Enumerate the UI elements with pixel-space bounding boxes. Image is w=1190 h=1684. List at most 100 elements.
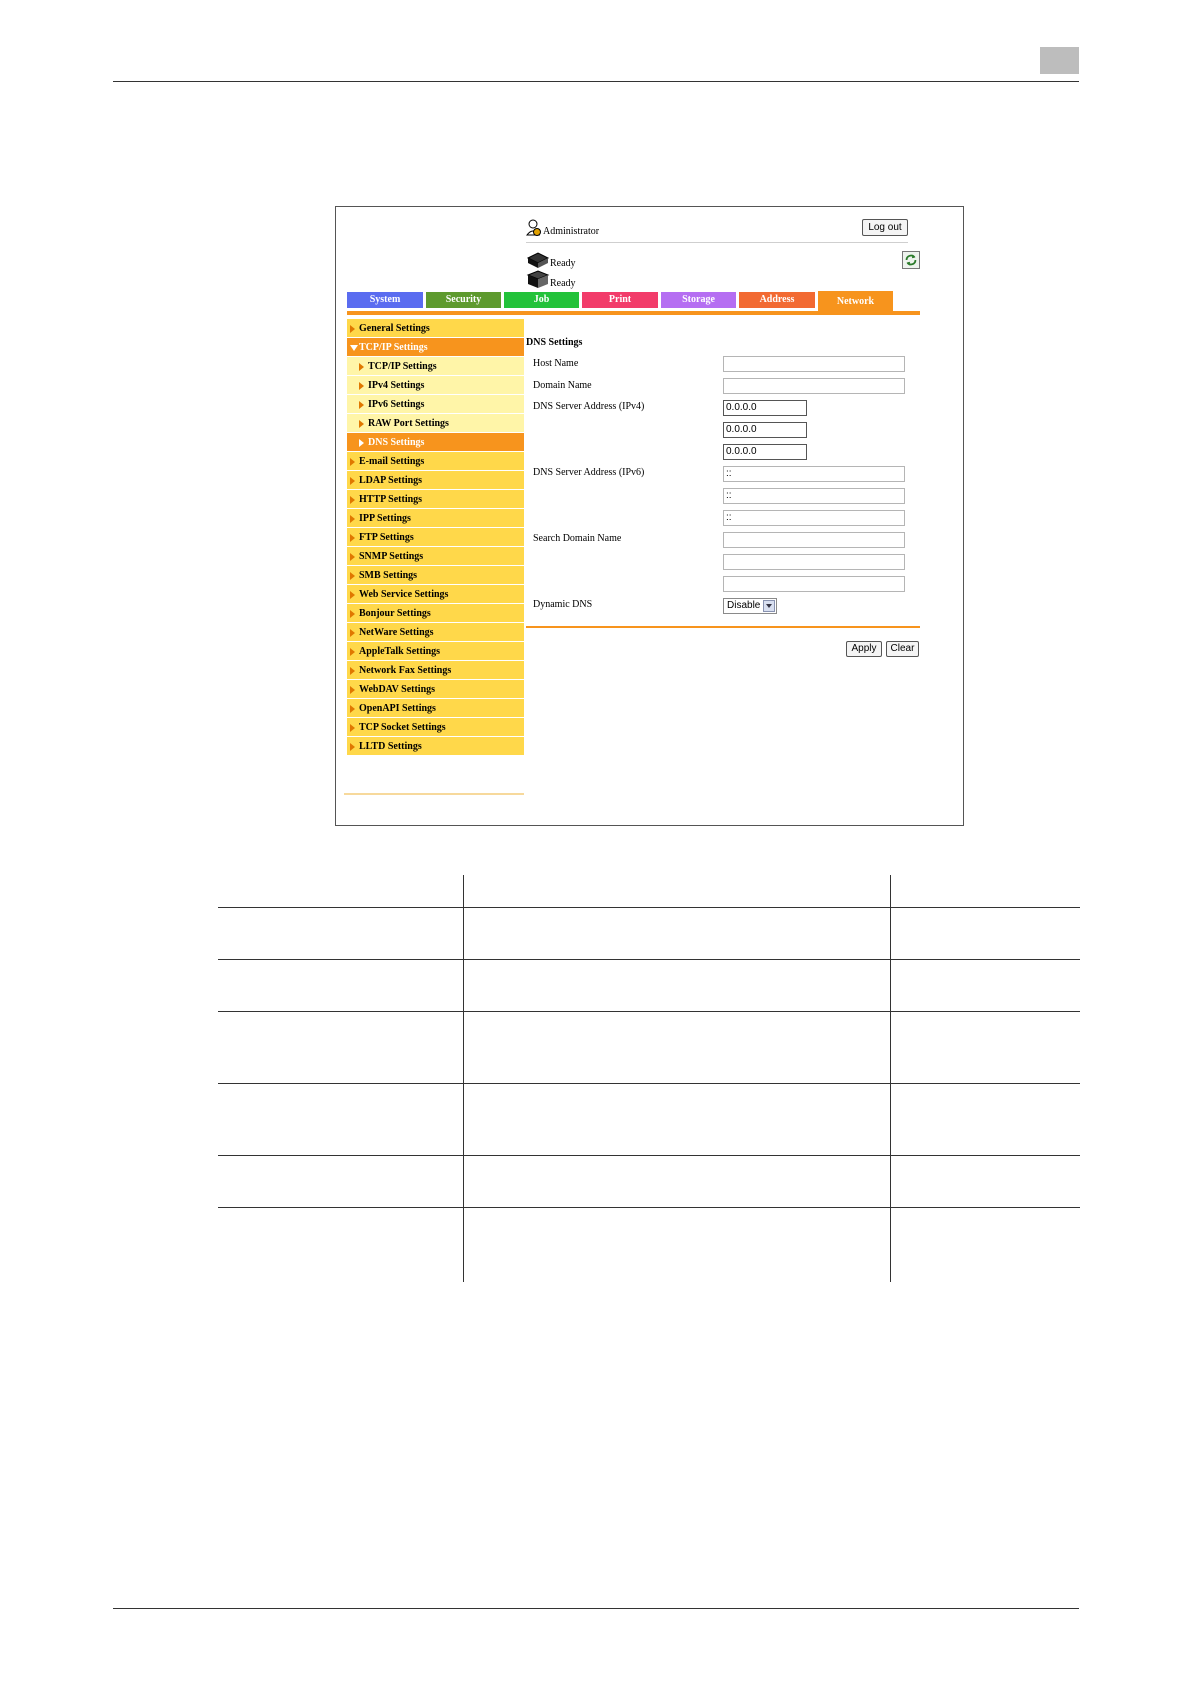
sidebar-subitem-ipv6-settings[interactable]: IPv6 Settings	[347, 395, 524, 414]
sidebar-item-appletalk-settings[interactable]: AppleTalk Settings	[347, 642, 524, 661]
table-row-line	[218, 959, 1080, 960]
tab-job[interactable]: Job	[504, 292, 579, 308]
sidebar-item-label: IPv4 Settings	[368, 380, 425, 391]
tab-storage[interactable]: Storage	[661, 292, 736, 308]
sidebar-item-ldap-settings[interactable]: LDAP Settings	[347, 471, 524, 490]
scanner-status: Ready	[526, 270, 606, 290]
triangle-right-icon	[350, 534, 355, 542]
sidebar-item-lltd-settings[interactable]: LLTD Settings	[347, 737, 524, 756]
dns-ipv6-input-3[interactable]: ::	[723, 510, 905, 526]
triangle-right-icon	[350, 724, 355, 732]
sidebar-subitem-dns-settings[interactable]: DNS Settings	[347, 433, 524, 452]
page-number-box	[1040, 47, 1079, 74]
sidebar-item-bonjour-settings[interactable]: Bonjour Settings	[347, 604, 524, 623]
triangle-right-icon	[350, 648, 355, 656]
dns-ipv6-input-2[interactable]: ::	[723, 488, 905, 504]
triangle-right-icon	[350, 591, 355, 599]
triangle-right-icon	[350, 705, 355, 713]
sidebar-item-label: OpenAPI Settings	[359, 703, 436, 714]
dns-ipv4-input-3[interactable]: 0.0.0.0	[723, 444, 807, 460]
triangle-down-icon	[350, 345, 358, 351]
sidebar-nav: General Settings TCP/IP Settings TCP/IP …	[347, 319, 524, 756]
dns-ipv6-label: DNS Server Address (IPv6)	[533, 467, 645, 478]
triangle-right-icon	[350, 629, 355, 637]
table-divider	[463, 875, 464, 1282]
sidebar-item-label: SMB Settings	[359, 570, 418, 581]
sidebar-item-label: TCP/IP Settings	[368, 361, 437, 372]
sidebar-item-label: RAW Port Settings	[368, 418, 449, 429]
tab-security[interactable]: Security	[426, 292, 501, 308]
triangle-right-icon	[350, 553, 355, 561]
refresh-icon[interactable]	[902, 251, 920, 269]
sidebar-item-label: General Settings	[359, 323, 430, 334]
domain-name-label: Domain Name	[533, 380, 592, 391]
admin-bar: Administrator Log out	[526, 219, 908, 243]
search-domain-input-3[interactable]	[723, 576, 905, 592]
sidebar-item-label: SNMP Settings	[359, 551, 424, 562]
sidebar-item-label: LLTD Settings	[359, 741, 422, 752]
triangle-right-icon	[350, 610, 355, 618]
sidebar-item-webdav-settings[interactable]: WebDAV Settings	[347, 680, 524, 699]
sidebar-item-label: AppleTalk Settings	[359, 646, 441, 657]
triangle-right-icon	[350, 667, 355, 675]
form-rule	[526, 626, 920, 628]
triangle-right-icon	[350, 743, 355, 751]
sidebar-item-email-settings[interactable]: E-mail Settings	[347, 452, 524, 471]
triangle-right-icon	[350, 686, 355, 694]
sidebar-item-snmp-settings[interactable]: SNMP Settings	[347, 547, 524, 566]
printer-status-label: Ready	[550, 258, 576, 269]
sidebar-item-ftp-settings[interactable]: FTP Settings	[347, 528, 524, 547]
scanner-status-label: Ready	[550, 278, 576, 289]
search-domain-input-2[interactable]	[723, 554, 905, 570]
dns-ipv4-label: DNS Server Address (IPv4)	[533, 401, 645, 412]
sidebar-item-http-settings[interactable]: HTTP Settings	[347, 490, 524, 509]
dynamic-dns-label: Dynamic DNS	[533, 599, 593, 610]
sidebar-item-general-settings[interactable]: General Settings	[347, 319, 524, 338]
triangle-right-icon	[359, 401, 364, 409]
page-header-rule	[113, 81, 1079, 82]
printer-icon	[526, 252, 550, 268]
host-name-input[interactable]	[723, 356, 905, 372]
apply-button[interactable]: Apply	[846, 641, 882, 657]
table-row-line	[218, 1155, 1080, 1156]
sidebar-item-label: FTP Settings	[359, 532, 414, 543]
sidebar-item-openapi-settings[interactable]: OpenAPI Settings	[347, 699, 524, 718]
sidebar-item-tcpip-settings[interactable]: TCP/IP Settings	[347, 338, 524, 357]
triangle-right-icon	[350, 496, 355, 504]
search-domain-input-1[interactable]	[723, 532, 905, 548]
tab-system[interactable]: System	[347, 292, 423, 308]
sidebar-item-label: WebDAV Settings	[359, 684, 436, 695]
table-row-line	[218, 1083, 1080, 1084]
sidebar-item-netware-settings[interactable]: NetWare Settings	[347, 623, 524, 642]
sidebar-item-tcp-socket-settings[interactable]: TCP Socket Settings	[347, 718, 524, 737]
dns-ipv4-input-2[interactable]: 0.0.0.0	[723, 422, 807, 438]
sidebar-item-ipp-settings[interactable]: IPP Settings	[347, 509, 524, 528]
tab-print[interactable]: Print	[582, 292, 658, 308]
dns-ipv6-input-1[interactable]: ::	[723, 466, 905, 482]
sidebar-item-label: TCP Socket Settings	[359, 722, 446, 733]
triangle-right-icon	[359, 382, 364, 390]
triangle-right-icon	[350, 458, 355, 466]
description-table	[218, 875, 1080, 1282]
tab-network[interactable]: Network	[818, 291, 893, 312]
logout-button[interactable]: Log out	[862, 219, 908, 236]
dns-ipv4-input-1[interactable]: 0.0.0.0	[723, 400, 807, 416]
sidebar-item-label: IPv6 Settings	[368, 399, 425, 410]
main-tabs: System Security Job Print Storage Addres…	[347, 291, 907, 312]
sidebar-item-smb-settings[interactable]: SMB Settings	[347, 566, 524, 585]
sidebar-item-label: LDAP Settings	[359, 475, 423, 486]
sidebar-subitem-tcpip-settings[interactable]: TCP/IP Settings	[347, 357, 524, 376]
dynamic-dns-select[interactable]: Disable	[723, 598, 777, 614]
clear-button[interactable]: Clear	[886, 641, 919, 657]
tab-address[interactable]: Address	[739, 292, 815, 308]
sidebar-item-label: IPP Settings	[359, 513, 411, 524]
page-footer-rule	[113, 1608, 1079, 1609]
sidebar-subitem-ipv4-settings[interactable]: IPv4 Settings	[347, 376, 524, 395]
sidebar-subitem-raw-port-settings[interactable]: RAW Port Settings	[347, 414, 524, 433]
sidebar-item-label: DNS Settings	[368, 437, 425, 448]
administrator-label: Administrator	[543, 226, 600, 237]
sidebar-item-network-fax-settings[interactable]: Network Fax Settings	[347, 661, 524, 680]
sidebar-item-web-service-settings[interactable]: Web Service Settings	[347, 585, 524, 604]
domain-name-input[interactable]	[723, 378, 905, 394]
chevron-down-icon	[763, 600, 775, 612]
